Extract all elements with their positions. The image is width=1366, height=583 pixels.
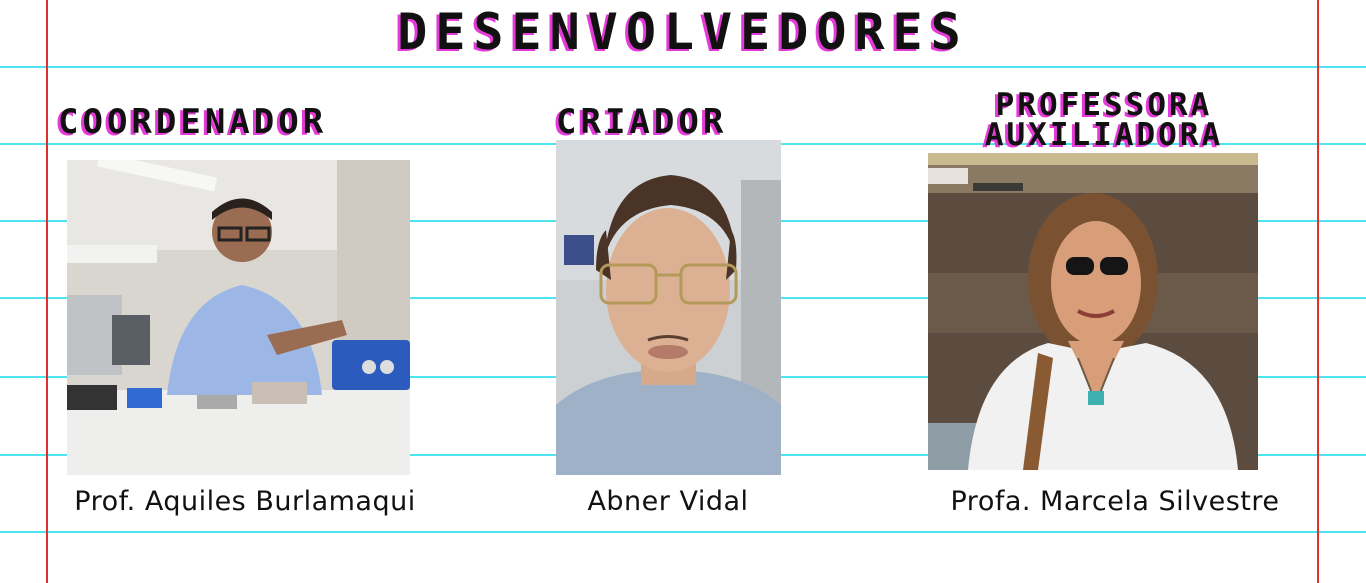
developer-name-creator: Abner Vidal (587, 486, 749, 517)
photo-young-man-glasses-icon (556, 140, 781, 475)
photo-assisting-professor (928, 153, 1258, 470)
photo-creator (556, 140, 781, 475)
role-title-coordinator: COORDENADOR (58, 102, 328, 142)
ruled-line (0, 66, 1366, 68)
page-title: DESENVOLVEDORES (397, 3, 969, 61)
developer-name-coordinator: Prof. Aquiles Burlamaqui (74, 486, 416, 517)
margin-line-left (46, 0, 48, 583)
role-title-assisting-professor: PROFESSORA AUXILIADORA (984, 87, 1224, 153)
developer-name-assisting-professor: Profa. Marcela Silvestre (950, 486, 1280, 517)
role-title-creator: CRIADOR (556, 102, 728, 142)
photo-man-with-robot-icon (67, 160, 410, 475)
margin-line-right (1317, 0, 1319, 583)
photo-woman-sunglasses-icon (928, 153, 1258, 470)
photo-coordinator (67, 160, 410, 475)
ruled-line (0, 531, 1366, 533)
